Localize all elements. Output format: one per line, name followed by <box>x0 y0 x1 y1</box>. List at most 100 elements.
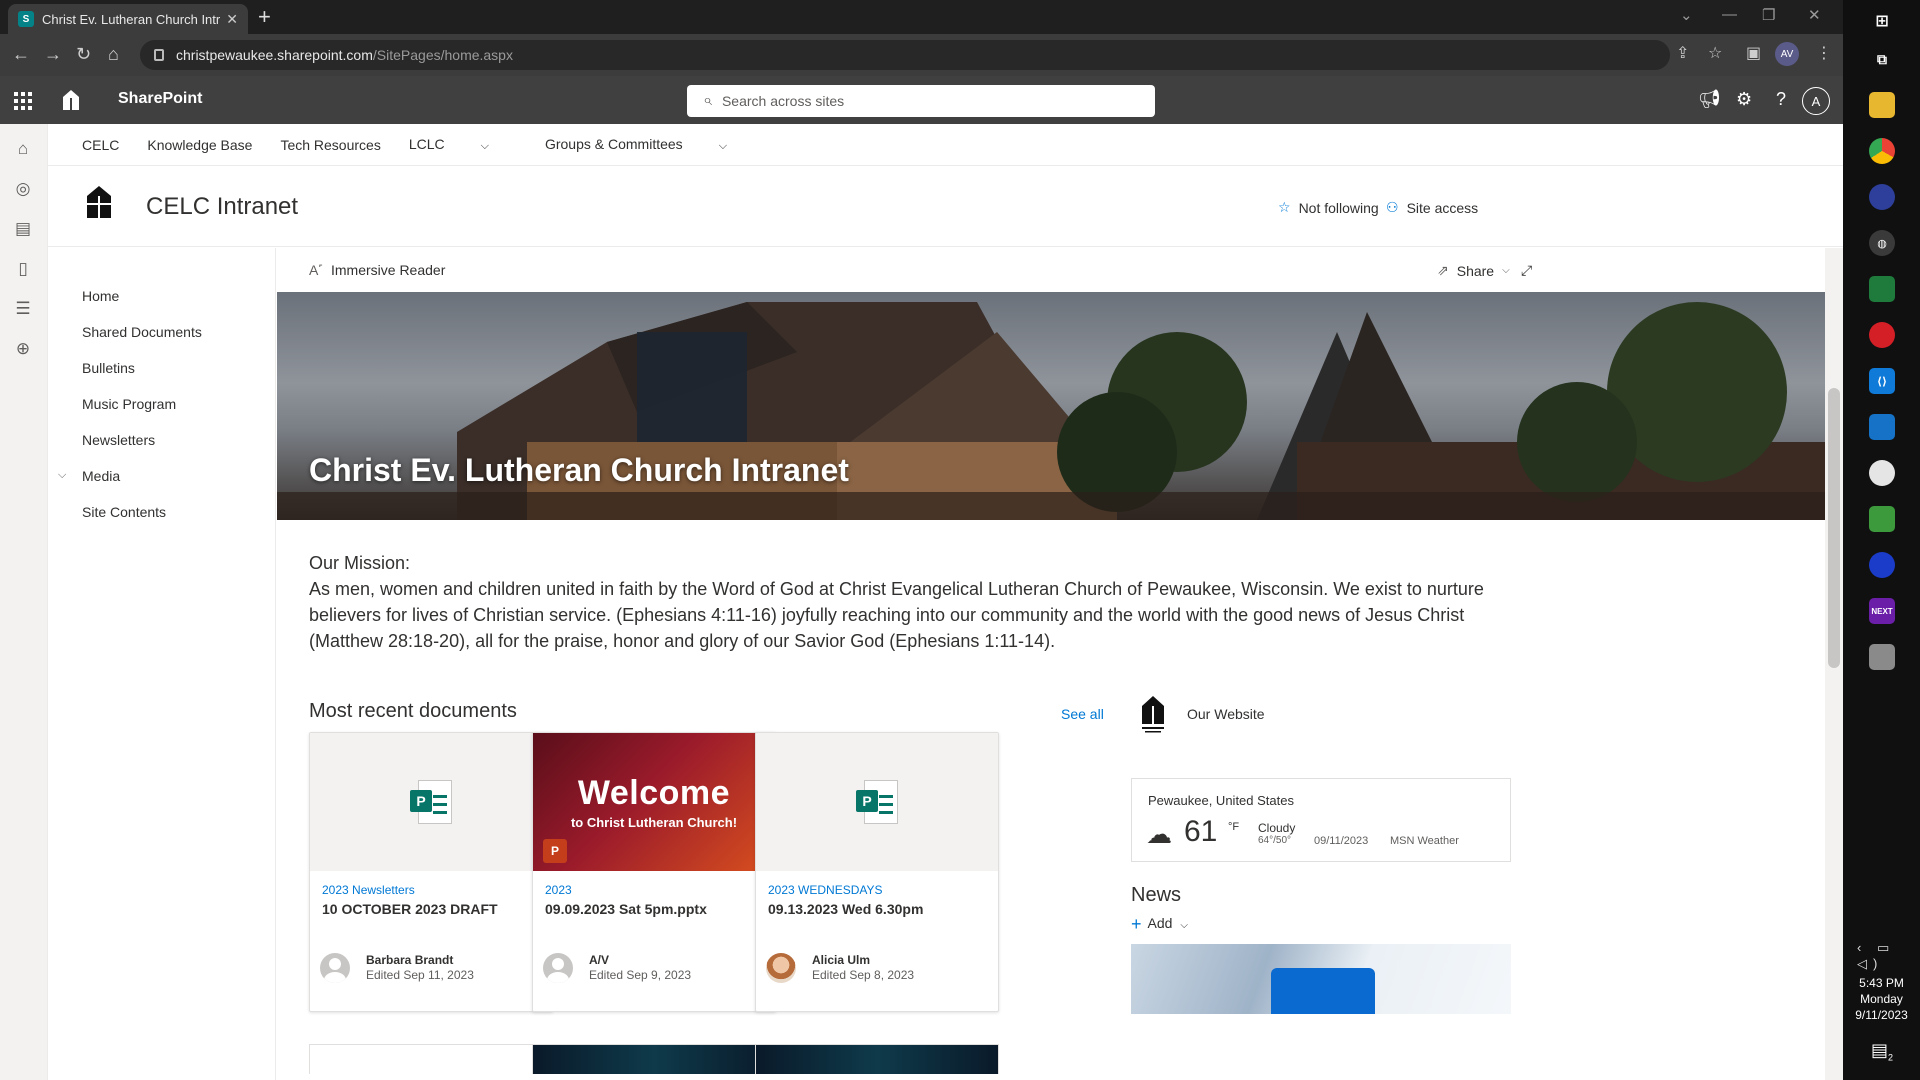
settings-gear-icon[interactable]: ⚙ <box>1736 89 1752 110</box>
nav-media[interactable]: Media <box>82 468 120 484</box>
news-icon[interactable]: ▤ <box>12 218 34 240</box>
bookmark-star-icon[interactable]: ☆ <box>1708 43 1722 63</box>
weather-range: 64°/50° <box>1258 835 1292 846</box>
document-folder[interactable]: 2023 WEDNESDAYS <box>768 883 883 897</box>
green-chart-app-icon[interactable] <box>1869 506 1895 532</box>
document-thumbnail: Welcome to Christ Lutheran Church! P <box>533 733 775 871</box>
system-tray-icons[interactable]: ‹ ▭ ◁) <box>1857 940 1920 972</box>
weather-unit: °F <box>1228 821 1240 833</box>
document-card-partial[interactable] <box>532 1044 776 1074</box>
help-icon[interactable]: ? <box>1776 89 1786 110</box>
nav-site-contents[interactable]: Site Contents <box>82 504 166 520</box>
site-access-button[interactable]: ⚇ Site access <box>1386 199 1478 216</box>
close-window-icon[interactable]: ✕ <box>1808 6 1821 24</box>
browser-tab[interactable]: S Christ Ev. Lutheran Church Intran ✕ <box>8 4 248 34</box>
document-folder[interactable]: 2023 <box>545 883 572 897</box>
next-app-icon[interactable]: NEXT <box>1869 598 1895 624</box>
hub-nav-lclc[interactable]: LCLC ⌵ <box>409 136 517 153</box>
app-icon-blue-grid[interactable] <box>1869 184 1895 210</box>
document-card-partial[interactable] <box>755 1044 999 1074</box>
document-folder[interactable]: 2023 Newsletters <box>322 883 415 897</box>
lists-icon[interactable]: ☰ <box>12 298 34 320</box>
suite-bar: SharePoint ⌕ Search across sites 📢︎ ⚙ ? … <box>0 76 1843 124</box>
hub-nav-lclc-label: LCLC <box>408 136 445 152</box>
nav-home[interactable]: Home <box>82 288 119 304</box>
hub-nav-knowledge-base[interactable]: Knowledge Base <box>147 137 252 153</box>
hub-nav-tech-resources[interactable]: Tech Resources <box>280 137 380 153</box>
search-input[interactable]: ⌕ Search across sites <box>687 85 1155 117</box>
hub-nav-groups[interactable]: Groups & Committees ⌵ <box>545 136 755 153</box>
site-left-navigation: Home Shared Documents Bulletins Music Pr… <box>48 248 276 1080</box>
new-tab-button[interactable]: + <box>258 6 271 28</box>
share-page-icon[interactable]: ⇪ <box>1676 43 1689 63</box>
document-card[interactable]: P 2023 WEDNESDAYS 09.13.2023 Wed 6.30pm … <box>755 732 999 1012</box>
globe-app-icon[interactable]: ◍ <box>1869 230 1895 256</box>
weather-provider[interactable]: MSN Weather <box>1390 835 1459 847</box>
grad-cap-app-icon[interactable] <box>1869 644 1895 670</box>
site-logo[interactable] <box>84 185 114 219</box>
megaphone-icon[interactable]: 📢︎ <box>1698 89 1721 110</box>
hub-nav-celc[interactable]: CELC <box>82 137 119 153</box>
create-icon[interactable]: ⊕ <box>12 338 34 360</box>
chevron-down-icon[interactable]: ⌵ <box>58 469 66 482</box>
home-icon[interactable]: ⌂ <box>108 44 119 64</box>
chrome-icon[interactable] <box>1869 138 1895 164</box>
document-name[interactable]: 10 OCTOBER 2023 DRAFT <box>322 901 498 917</box>
reload-icon[interactable]: ↻ <box>76 44 91 64</box>
file-explorer-icon[interactable] <box>1869 92 1895 118</box>
document-card[interactable]: Welcome to Christ Lutheran Church! P 202… <box>532 732 776 1012</box>
taskbar-clock[interactable]: 5:43 PM Monday 9/11/2023 <box>1843 975 1920 1023</box>
forward-icon[interactable]: → <box>44 44 62 64</box>
chevron-down-icon: ⌵ <box>1502 265 1510 276</box>
url-path: /SitePages/home.aspx <box>372 47 513 63</box>
immersive-reader-button[interactable]: A˹ Immersive Reader <box>309 262 445 278</box>
see-all-link[interactable]: See all <box>1061 706 1104 722</box>
nav-bulletins[interactable]: Bulletins <box>82 360 135 376</box>
remote-app-icon[interactable] <box>1869 552 1895 578</box>
app-launcher-icon[interactable] <box>14 92 32 110</box>
vscode-icon[interactable]: ⟨⟩ <box>1869 368 1895 394</box>
document-name[interactable]: 09.13.2023 Wed 6.30pm <box>768 901 923 917</box>
nav-shared-documents[interactable]: Shared Documents <box>82 324 202 340</box>
back-icon[interactable]: ← <box>12 44 30 64</box>
globe-sites-icon[interactable]: ◎ <box>12 178 34 200</box>
hero-banner: Christ Ev. Lutheran Church Intranet <box>277 292 1825 520</box>
add-news-button[interactable]: + Add ⌵ <box>1131 914 1188 935</box>
restore-icon[interactable]: ❐ <box>1762 6 1775 24</box>
clock-app-icon[interactable] <box>1869 460 1895 486</box>
files-icon[interactable]: ▯ <box>12 258 34 280</box>
expand-icon[interactable]: ⤢ <box>1521 262 1532 279</box>
news-item-image[interactable] <box>1131 944 1511 1014</box>
address-bar[interactable]: christpewaukee.sharepoint.com/SitePages/… <box>140 40 1670 70</box>
red-app-icon[interactable] <box>1869 322 1895 348</box>
document-card-partial[interactable] <box>309 1044 553 1074</box>
spreadsheet-app-icon[interactable] <box>1869 276 1895 302</box>
tab-search-icon[interactable]: ⌄ <box>1680 6 1693 24</box>
church-logo-icon[interactable] <box>60 89 82 111</box>
minimize-icon[interactable]: — <box>1722 6 1737 23</box>
browser-profile-avatar[interactable]: AV <box>1775 42 1799 66</box>
task-view-icon[interactable]: ⧉ <box>1869 46 1895 72</box>
side-panel-icon[interactable]: ▣ <box>1746 43 1761 63</box>
site-title[interactable]: CELC Intranet <box>146 193 298 221</box>
browser-menu-icon[interactable]: ⋮ <box>1816 43 1832 63</box>
follow-button[interactable]: ☆ Not following <box>1278 199 1379 216</box>
account-avatar[interactable]: A <box>1802 87 1830 115</box>
document-author: A/V <box>589 953 610 967</box>
slide-subtitle: to Christ Lutheran Church! <box>570 815 738 830</box>
nav-music-program[interactable]: Music Program <box>82 396 176 412</box>
suite-app-name[interactable]: SharePoint <box>118 90 202 108</box>
document-name[interactable]: 09.09.2023 Sat 5pm.pptx <box>545 901 707 917</box>
windows-start-icon[interactable]: ⊞ <box>1869 8 1895 34</box>
blue-app-icon[interactable] <box>1869 414 1895 440</box>
share-button[interactable]: ⇗ Share ⌵ <box>1437 262 1518 279</box>
page-scrollbar[interactable] <box>1825 248 1843 1080</box>
scrollbar-thumb[interactable] <box>1828 388 1840 668</box>
home-icon[interactable]: ⌂ <box>12 138 34 160</box>
notifications-icon[interactable]: ▤2 <box>1871 1040 1893 1063</box>
close-tab-icon[interactable]: ✕ <box>226 11 238 28</box>
document-card[interactable]: P 2023 Newsletters 10 OCTOBER 2023 DRAFT… <box>309 732 553 1012</box>
quick-link-our-website[interactable]: Our Website <box>1131 692 1265 736</box>
weather-webpart[interactable]: Pewaukee, United States ☁ 61 °F Cloudy 6… <box>1131 778 1511 862</box>
nav-newsletters[interactable]: Newsletters <box>82 432 155 448</box>
